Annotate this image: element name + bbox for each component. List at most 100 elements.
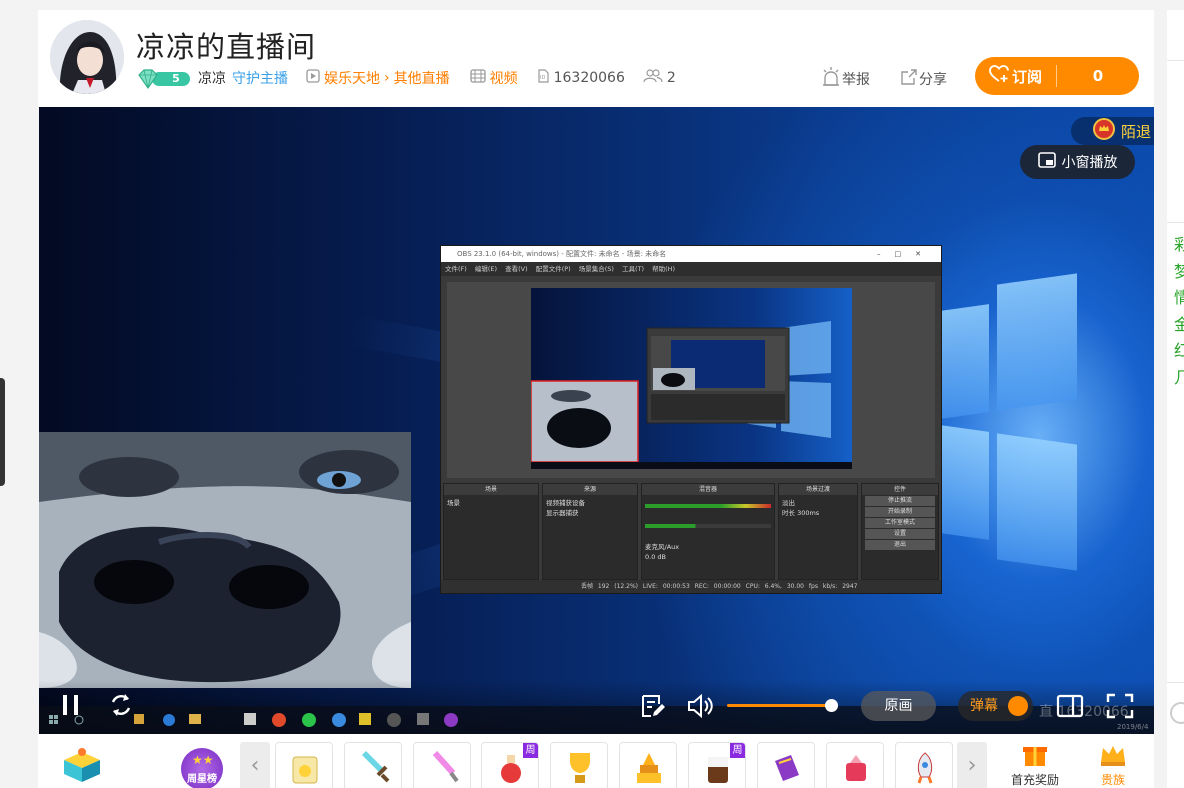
- pause-icon: [63, 695, 78, 715]
- obs-control-button: 工作室模式: [865, 518, 935, 528]
- obs-controls-dock: 控件 停止推流 开始录制 工作室模式 设置 退出: [861, 483, 939, 580]
- subcategory-link[interactable]: 其他直播: [394, 68, 450, 88]
- room-header: 凉凉的直播间 5 凉凉 守护主播 娱乐天地 › 其他直播 视频 ID 16320…: [38, 10, 1154, 107]
- edit-note-icon: [642, 695, 665, 717]
- subscribe-button[interactable]: 订阅 0: [975, 57, 1139, 95]
- subscribe-label: 订阅: [1011, 67, 1042, 86]
- noble-badge[interactable]: 陌退: [1071, 117, 1154, 145]
- trophy-icon: [570, 753, 590, 783]
- sword-icon: [362, 751, 390, 783]
- left-edge-tab[interactable]: [0, 378, 5, 486]
- dock-item: 0.0 dB: [645, 553, 666, 561]
- category-label: 娱乐天地: [324, 71, 380, 87]
- danmaku-toggle[interactable]: 弹幕: [958, 691, 1033, 721]
- danmaku-settings-button[interactable]: [639, 693, 665, 723]
- gift-item[interactable]: [895, 742, 953, 788]
- pause-button[interactable]: [61, 693, 81, 721]
- obs-control-button: 退出: [865, 540, 935, 550]
- treasure-box-icon[interactable]: [60, 744, 104, 788]
- gift-item[interactable]: [757, 742, 815, 788]
- logo-pane: [997, 273, 1077, 411]
- category-link[interactable]: 娱乐天地: [306, 68, 380, 88]
- users-icon: [643, 69, 663, 87]
- subscribe-count: 0: [1092, 67, 1104, 85]
- volume-button[interactable]: [687, 693, 715, 722]
- chat-line: 金: [1174, 314, 1184, 334]
- diamond-icon: [138, 69, 158, 90]
- lightstick-icon: [432, 751, 459, 783]
- obs-canvas: [531, 288, 852, 469]
- star-icon: ★★: [192, 753, 214, 767]
- sidebar-toggle-icon: [1056, 694, 1084, 718]
- category-separator: ›: [384, 70, 390, 86]
- noble-label: 贵族: [1100, 773, 1125, 787]
- volume-slider-track[interactable]: [727, 704, 837, 707]
- host-name[interactable]: 凉凉: [198, 68, 226, 88]
- chat-line: 情: [1174, 288, 1184, 307]
- report-label: 举报: [842, 72, 870, 88]
- gift-next-button[interactable]: ›: [957, 742, 987, 788]
- gift-item[interactable]: [413, 742, 471, 788]
- obs-preview: [447, 282, 935, 478]
- heart-plus-icon: [989, 65, 1009, 87]
- gift-item[interactable]: [826, 742, 884, 788]
- picture-in-picture-icon: [1037, 152, 1056, 172]
- obs-statusbar: 丢帧 192 (12.2%) LIVE: 00:00:53 REC: 00:00…: [441, 580, 941, 593]
- weekly-rank-label: 周星榜: [187, 774, 217, 785]
- id-card-icon: ID: [536, 69, 550, 87]
- video-player[interactable]: OBS 23.1.0 (64-bit, windows) - 配置文件: 未命名…: [39, 107, 1154, 734]
- speaker-icon: [688, 693, 713, 719]
- emoji-icon[interactable]: [1170, 702, 1184, 724]
- fans-count: 2: [643, 69, 676, 87]
- glowstick-bag-icon: [292, 756, 318, 784]
- dock-header: 混音器: [642, 484, 774, 495]
- weekly-rank-badge[interactable]: 周星榜 ★★: [181, 748, 223, 788]
- guard-host-link[interactable]: 守护主播: [232, 68, 288, 88]
- fullscreen-icon: [1106, 693, 1134, 719]
- obs-transitions-dock: 场景过渡 淡出 时长 300ms: [778, 483, 858, 580]
- obs-title: OBS 23.1.0 (64-bit, windows) - 配置文件: 未命名…: [457, 250, 667, 258]
- quality-button[interactable]: 原画: [861, 691, 936, 721]
- noble-entry[interactable]: 贵族: [1091, 742, 1135, 788]
- dock-item: 视频捕获设备: [546, 499, 585, 507]
- dock-item: 麦克风/Aux: [645, 543, 680, 551]
- gift-prev-button[interactable]: ‹: [240, 742, 270, 788]
- toggle-knob: [1008, 696, 1028, 716]
- potion-icon: [501, 755, 521, 783]
- dock-header: 场景: [444, 484, 538, 495]
- refresh-button[interactable]: [107, 692, 135, 722]
- danmaku-label: 弹幕: [970, 698, 998, 714]
- gift-item[interactable]: [275, 742, 333, 788]
- gift-item[interactable]: 周: [688, 742, 746, 788]
- chat-line: 彩: [1174, 235, 1184, 254]
- host-avatar[interactable]: [50, 20, 124, 94]
- volume-slider-handle[interactable]: [824, 699, 838, 712]
- room-meta: 5 凉凉 守护主播 娱乐天地 › 其他直播 视频 ID 16320066 2: [136, 67, 676, 90]
- noble-badge-text: 陌退: [1121, 122, 1152, 141]
- gift-item[interactable]: [550, 742, 608, 788]
- play-square-icon: [306, 69, 320, 87]
- mini-window-button[interactable]: 小窗播放: [1020, 145, 1135, 179]
- report-button[interactable]: 举报: [820, 67, 870, 91]
- crown-icon: [1101, 746, 1125, 766]
- gift-item[interactable]: 周: [481, 742, 539, 788]
- gift-item[interactable]: [619, 742, 677, 788]
- share-icon: [899, 67, 919, 91]
- dock-header: 控件: [862, 484, 938, 495]
- dock-item: 淡出: [782, 499, 795, 507]
- refresh-icon: [111, 694, 131, 716]
- dock-item: 显示器捕获: [546, 509, 579, 517]
- fullscreen-button[interactable]: [1106, 693, 1134, 723]
- first-charge-reward[interactable]: 首充奖励: [1004, 742, 1066, 788]
- obs-mixer-dock: 混音器 麦克风/Aux 0.0 dB: [641, 483, 775, 580]
- video-link[interactable]: 视频: [469, 68, 518, 88]
- subscribe-label-wrap: 订阅: [975, 65, 1057, 87]
- lipstick-gift-icon: [846, 755, 866, 781]
- gift-item[interactable]: [344, 742, 402, 788]
- obs-scenes-dock: 场景 场景: [443, 483, 539, 580]
- theater-mode-button[interactable]: [1056, 694, 1084, 722]
- share-button[interactable]: 分享: [899, 67, 947, 91]
- spellbook-icon: [775, 755, 799, 781]
- obs-titlebar: OBS 23.1.0 (64-bit, windows) - 配置文件: 未命名…: [441, 246, 941, 262]
- room-id-value: 16320066: [553, 70, 625, 86]
